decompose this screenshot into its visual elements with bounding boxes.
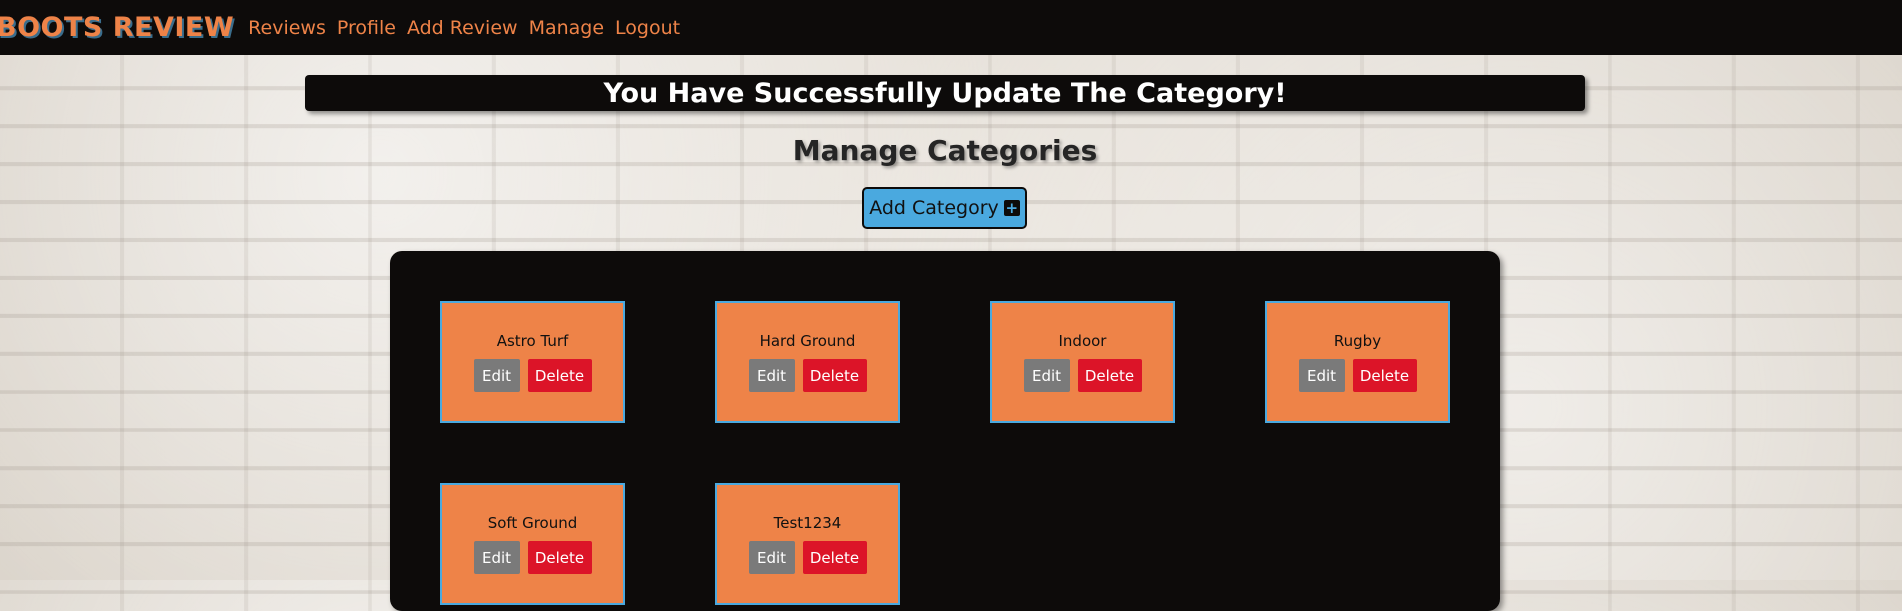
- nav-link-add-review[interactable]: Add Review: [407, 17, 518, 39]
- navbar: BOOTS REVIEW Reviews Profile Add Review …: [0, 0, 1902, 55]
- edit-button[interactable]: Edit: [748, 541, 795, 574]
- edit-button[interactable]: Edit: [473, 359, 520, 392]
- categories-panel: Astro Turf Edit Delete Hard Ground Edit …: [390, 251, 1500, 611]
- nav-link-reviews[interactable]: Reviews: [248, 17, 326, 39]
- page-title: Manage Categories: [792, 134, 1098, 167]
- category-actions: Edit Delete: [1267, 359, 1448, 392]
- plus-square-icon: +: [1003, 198, 1020, 217]
- edit-button[interactable]: Edit: [473, 541, 520, 574]
- delete-button[interactable]: Delete: [527, 541, 592, 574]
- category-card: Test1234 Edit Delete: [715, 483, 900, 605]
- category-name: Astro Turf: [496, 332, 569, 350]
- category-card: Hard Ground Edit Delete: [715, 301, 900, 423]
- edit-button[interactable]: Edit: [748, 359, 795, 392]
- flash-message-banner: You Have Successfully Update The Categor…: [305, 75, 1585, 111]
- category-name: Test1234: [773, 514, 842, 532]
- category-card: Soft Ground Edit Delete: [440, 483, 625, 605]
- nav-link-manage[interactable]: Manage: [529, 17, 604, 39]
- delete-button[interactable]: Delete: [1352, 359, 1417, 392]
- delete-button[interactable]: Delete: [527, 359, 592, 392]
- add-category-button-label: Add Category: [869, 197, 999, 219]
- delete-button[interactable]: Delete: [802, 541, 867, 574]
- category-actions: Edit Delete: [442, 359, 623, 392]
- category-actions: Edit Delete: [717, 359, 898, 392]
- category-card: Indoor Edit Delete: [990, 301, 1175, 423]
- category-actions: Edit Delete: [717, 541, 898, 574]
- category-card: Astro Turf Edit Delete: [440, 301, 625, 423]
- brand-logo[interactable]: BOOTS REVIEW: [0, 12, 234, 43]
- nav-link-logout[interactable]: Logout: [615, 17, 680, 39]
- delete-button[interactable]: Delete: [1077, 359, 1142, 392]
- edit-button[interactable]: Edit: [1023, 359, 1070, 392]
- flash-message-text: You Have Successfully Update The Categor…: [603, 77, 1287, 109]
- category-card: Rugby Edit Delete: [1265, 301, 1450, 423]
- delete-button[interactable]: Delete: [802, 359, 867, 392]
- edit-button[interactable]: Edit: [1298, 359, 1345, 392]
- nav-links: Reviews Profile Add Review Manage Logout: [248, 17, 691, 39]
- category-name: Indoor: [1058, 332, 1107, 350]
- category-name: Soft Ground: [487, 514, 578, 532]
- add-category-button[interactable]: Add Category +: [862, 187, 1027, 229]
- category-actions: Edit Delete: [442, 541, 623, 574]
- category-actions: Edit Delete: [992, 359, 1173, 392]
- category-name: Hard Ground: [759, 332, 856, 350]
- category-name: Rugby: [1333, 332, 1382, 350]
- nav-link-profile[interactable]: Profile: [337, 17, 396, 39]
